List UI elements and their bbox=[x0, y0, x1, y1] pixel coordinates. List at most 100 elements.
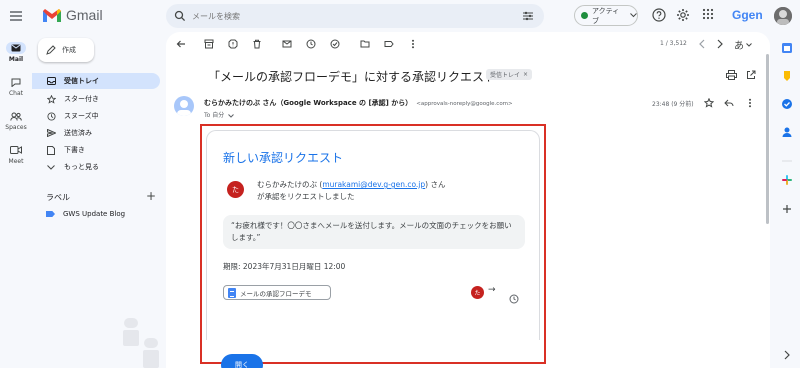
nav-item-label: もっと見る bbox=[64, 163, 99, 171]
search-bar[interactable] bbox=[166, 4, 544, 28]
mark-unread-icon[interactable] bbox=[282, 39, 292, 49]
star-icon[interactable] bbox=[704, 98, 714, 108]
search-input[interactable] bbox=[192, 8, 492, 24]
pending-clock-icon bbox=[509, 294, 519, 304]
requester-email-link[interactable]: murakami@dev.g-gen.co.jp bbox=[322, 180, 425, 189]
android-mascot-decoration-icon bbox=[123, 318, 159, 368]
video-camera-icon bbox=[6, 144, 26, 156]
email-view-panel: 1 / 3,512 あ 「メールの承認フローデモ」に対する承認リクエスト 受信ト… bbox=[166, 32, 770, 368]
sender-line: むらかみたけのぶ さん（Google Workspace の [承認] から） <… bbox=[204, 98, 513, 108]
search-options-icon[interactable] bbox=[522, 10, 534, 22]
rail-spaces-label: Spaces bbox=[5, 124, 27, 131]
divider-line bbox=[778, 160, 796, 162]
chevron-down-icon bbox=[228, 113, 235, 118]
person-icon bbox=[177, 100, 191, 116]
account-photo-icon bbox=[774, 7, 792, 25]
report-spam-icon[interactable] bbox=[228, 39, 238, 49]
requester-initial: た bbox=[232, 185, 239, 194]
approver-initial: た bbox=[474, 290, 481, 297]
delete-trash-icon[interactable] bbox=[252, 39, 262, 49]
org-brand-text: Ggen bbox=[732, 8, 763, 22]
nav-item-inbox[interactable]: 受信トレイ bbox=[32, 73, 160, 89]
contacts-app-icon[interactable] bbox=[778, 126, 796, 138]
help-icon[interactable] bbox=[652, 8, 666, 22]
input-tools-button[interactable]: あ bbox=[734, 37, 744, 52]
more-vert-icon[interactable] bbox=[408, 39, 418, 49]
compose-button[interactable]: 作成 bbox=[38, 38, 94, 62]
snooze-clock-icon[interactable] bbox=[306, 39, 316, 49]
search-icon[interactable] bbox=[174, 10, 186, 22]
reply-icon[interactable] bbox=[724, 99, 734, 107]
nav-item-drafts[interactable]: 下書き bbox=[32, 142, 160, 158]
nav-item-label: 下書き bbox=[64, 146, 85, 154]
inbox-label-chip[interactable]: 受信トレイ × bbox=[486, 69, 533, 80]
rail-chat-label: Chat bbox=[8, 90, 24, 97]
approval-request-card: 新しい承認リクエスト た むらかみたけのぶ (murakami@dev.g-ge… bbox=[206, 130, 540, 340]
settings-gear-icon[interactable] bbox=[676, 8, 690, 22]
main-menu-icon[interactable] bbox=[8, 8, 24, 24]
status-dropdown[interactable]: アクティブ bbox=[574, 5, 638, 26]
add-label-button[interactable]: + bbox=[146, 189, 156, 203]
email-timestamp: 23:48 (9 分前) bbox=[652, 101, 694, 108]
recipient-details[interactable]: To 自分 bbox=[204, 110, 235, 119]
rail-meet[interactable]: Meet bbox=[0, 144, 32, 165]
pencil-icon bbox=[46, 45, 56, 55]
top-bar: Gmail アクティブ Ggen bbox=[0, 0, 800, 32]
nav-item-snoozed[interactable]: スヌーズ中 bbox=[32, 108, 160, 124]
open-button[interactable]: 開く bbox=[221, 354, 263, 368]
more-vert-icon[interactable] bbox=[748, 98, 752, 108]
label-icon[interactable] bbox=[384, 39, 394, 49]
print-icon[interactable] bbox=[726, 70, 737, 80]
document-chip[interactable]: メールの承認フローデモ bbox=[223, 285, 331, 300]
tasks-app-icon[interactable] bbox=[778, 98, 796, 110]
nav-item-label: スヌーズ中 bbox=[64, 112, 99, 120]
flow-arrow-icon: → bbox=[488, 285, 496, 295]
org-logo[interactable]: Ggen bbox=[732, 8, 763, 22]
open-new-window-icon[interactable] bbox=[746, 70, 756, 80]
nav-item-label: 受信トレイ bbox=[64, 77, 99, 85]
compose-label: 作成 bbox=[62, 46, 76, 54]
calendar-app-icon[interactable] bbox=[778, 42, 796, 54]
gmail-logo[interactable]: Gmail bbox=[42, 7, 103, 23]
status-dot bbox=[581, 12, 588, 19]
add-task-icon[interactable] bbox=[330, 39, 340, 49]
spaces-icon bbox=[6, 110, 26, 122]
add-app-plus-icon[interactable] bbox=[778, 204, 796, 214]
archive-icon[interactable] bbox=[204, 39, 214, 49]
account-avatar[interactable] bbox=[774, 7, 792, 25]
older-chevron-right-icon[interactable] bbox=[716, 39, 724, 49]
google-docs-icon bbox=[228, 287, 236, 298]
message-count: 1 / 3,512 bbox=[660, 40, 687, 47]
keep-app-icon[interactable] bbox=[778, 70, 796, 82]
rail-spaces[interactable]: Spaces bbox=[0, 110, 32, 131]
rail-meet-label: Meet bbox=[8, 158, 24, 165]
nav-item-sent[interactable]: 送信済み bbox=[32, 125, 160, 141]
chevron-down-icon bbox=[46, 164, 56, 170]
request-message: むらかみたけのぶ (murakami@dev.g-gen.co.jp) さんが承… bbox=[257, 180, 446, 201]
nav-item-more[interactable]: もっと見る bbox=[32, 159, 160, 175]
gmail-m-icon bbox=[43, 8, 61, 22]
apps-grid-icon[interactable] bbox=[702, 8, 714, 20]
show-side-panel-icon[interactable] bbox=[778, 350, 796, 360]
newer-chevron-left-icon[interactable] bbox=[698, 39, 706, 49]
sender-name: むらかみたけのぶ さん（Google Workspace の [承認] から） bbox=[204, 99, 413, 107]
nav-item-starred[interactable]: スター付き bbox=[32, 91, 160, 107]
move-to-folder-icon[interactable] bbox=[360, 39, 370, 49]
mail-icon bbox=[6, 42, 26, 54]
send-icon bbox=[46, 129, 56, 137]
rail-mail[interactable]: Mail bbox=[0, 42, 32, 63]
sender-avatar[interactable] bbox=[174, 96, 194, 116]
labels-heading: ラベル bbox=[46, 193, 70, 202]
requester-avatar: た bbox=[227, 181, 244, 198]
label-item[interactable]: GWS Update Blog bbox=[46, 210, 125, 218]
clock-icon bbox=[46, 111, 56, 121]
rail-chat[interactable]: Chat bbox=[0, 76, 32, 97]
remove-label-button[interactable]: × bbox=[523, 71, 528, 78]
approver-avatar: た bbox=[471, 286, 484, 299]
chevron-down-icon[interactable] bbox=[746, 43, 752, 47]
email-toolbar: 1 / 3,512 あ bbox=[166, 32, 770, 56]
slack-app-icon[interactable] bbox=[778, 174, 796, 186]
scrollbar-thumb[interactable] bbox=[766, 54, 769, 224]
back-arrow-icon[interactable] bbox=[176, 39, 186, 49]
sender-email: <approvals-noreply@google.com> bbox=[416, 101, 513, 107]
